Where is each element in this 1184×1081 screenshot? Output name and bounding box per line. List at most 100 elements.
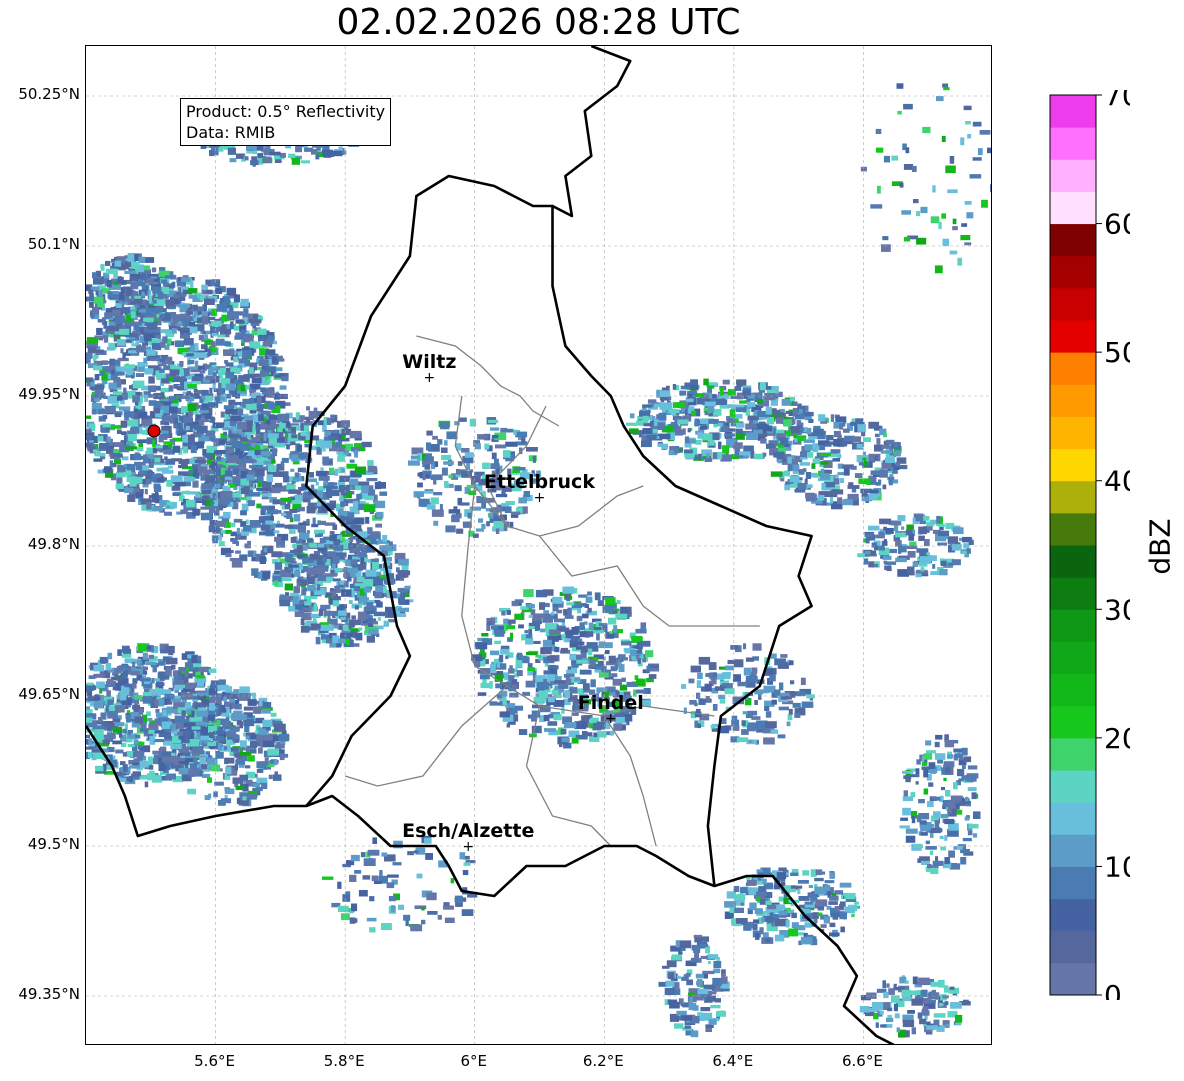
echo-cell bbox=[199, 756, 207, 765]
echo-cell bbox=[227, 311, 239, 320]
echo-cell bbox=[480, 682, 490, 689]
echo-cell bbox=[551, 690, 559, 695]
echo-cell bbox=[255, 434, 260, 441]
echo-cell bbox=[93, 673, 105, 678]
echo-cell bbox=[181, 406, 188, 413]
echo-cell bbox=[130, 306, 136, 310]
echo-cell bbox=[279, 422, 286, 429]
echo-cell bbox=[518, 624, 524, 629]
echo-cell bbox=[155, 445, 163, 449]
echo-cell bbox=[478, 518, 484, 523]
echo-cell bbox=[697, 453, 702, 461]
echo-cell bbox=[212, 535, 218, 544]
echo-cell bbox=[495, 444, 507, 449]
echo-cell bbox=[527, 667, 535, 671]
echo-cell bbox=[174, 482, 186, 486]
echo-cell bbox=[288, 153, 296, 158]
echo-cell bbox=[247, 450, 256, 456]
echo-cell bbox=[127, 494, 136, 502]
echo-cell bbox=[86, 428, 92, 434]
echo-cell bbox=[105, 268, 118, 275]
echo-cell bbox=[235, 759, 246, 765]
echo-cell bbox=[142, 652, 148, 660]
echo-cell bbox=[224, 476, 232, 480]
echo-cell bbox=[204, 345, 208, 353]
echo-cell bbox=[753, 429, 763, 434]
echo-cell bbox=[233, 294, 240, 303]
echo-cell bbox=[539, 628, 546, 633]
echo-cell bbox=[398, 597, 405, 604]
echo-cell bbox=[225, 409, 238, 415]
echo-cell bbox=[240, 298, 249, 307]
echo-cell bbox=[289, 508, 298, 513]
echo-cell bbox=[783, 470, 790, 477]
echo-cell bbox=[225, 383, 236, 391]
echo-cell bbox=[246, 474, 255, 481]
echo-cell bbox=[190, 445, 197, 454]
echo-cell bbox=[260, 423, 267, 430]
map-title: 02.02.2026 08:28 UTC bbox=[336, 2, 741, 43]
echo-cell bbox=[138, 256, 146, 263]
echo-cell bbox=[249, 341, 261, 348]
echo-cell bbox=[205, 395, 213, 402]
echo-cell bbox=[608, 655, 616, 664]
echo-cell bbox=[225, 362, 234, 367]
echo-cell bbox=[107, 373, 111, 380]
echo-cell bbox=[240, 384, 246, 392]
echo-cell bbox=[514, 705, 524, 711]
echo-cell bbox=[328, 435, 339, 441]
echo-cell bbox=[718, 441, 722, 450]
echo-cell bbox=[223, 405, 235, 410]
echo-cell bbox=[138, 411, 148, 419]
echo-cell bbox=[594, 592, 601, 601]
echo-cell bbox=[111, 453, 123, 458]
radar-map[interactable]: +Wiltz+Ettelbruck+Findel+Esch/Alzette bbox=[86, 46, 992, 1045]
echo-cell bbox=[502, 698, 507, 706]
echo-cell bbox=[262, 341, 271, 347]
echo-cell bbox=[136, 439, 147, 444]
echo-cell bbox=[127, 434, 137, 442]
echo-cell bbox=[95, 766, 104, 772]
echo-cell bbox=[514, 599, 524, 603]
echo-cell bbox=[362, 599, 368, 605]
echo-cell bbox=[793, 434, 798, 439]
echo-cell bbox=[501, 610, 506, 616]
echo-cell bbox=[481, 633, 489, 637]
echo-cell bbox=[687, 428, 691, 433]
echo-cell bbox=[209, 150, 215, 157]
echo-cell bbox=[314, 567, 325, 575]
echo-cell bbox=[323, 610, 331, 616]
echo-cell bbox=[513, 429, 517, 435]
echo-cell bbox=[223, 696, 227, 702]
echo-cell bbox=[96, 327, 103, 335]
map-panel[interactable]: + Wiltz + Ettelbruck + Findel + Esch/Alzette Pr… bbox=[85, 45, 992, 1045]
echo-cell bbox=[150, 358, 160, 362]
echo-cell bbox=[661, 443, 669, 450]
echo-cell bbox=[474, 443, 481, 450]
echo-cell bbox=[242, 398, 254, 404]
echo-cell bbox=[291, 427, 296, 433]
echo-cell bbox=[93, 365, 103, 371]
echo-cell bbox=[151, 343, 162, 351]
echo-cell bbox=[477, 434, 488, 440]
echo-cell bbox=[475, 642, 488, 650]
echo-cell bbox=[93, 349, 104, 353]
echo-cell bbox=[216, 334, 226, 338]
echo-cell bbox=[743, 445, 754, 453]
echo-cell bbox=[114, 260, 122, 267]
echo-cell bbox=[229, 726, 240, 731]
echo-cell bbox=[349, 430, 362, 439]
echo-cell bbox=[306, 506, 316, 514]
echo-cell bbox=[294, 472, 300, 478]
echo-cell bbox=[552, 596, 563, 604]
echo-cell bbox=[147, 322, 158, 330]
echo-cell bbox=[295, 412, 300, 420]
echo-cell bbox=[245, 403, 257, 411]
echo-cell bbox=[554, 680, 566, 684]
echo-cell bbox=[206, 757, 218, 765]
echo-cell bbox=[604, 650, 610, 655]
echo-cell bbox=[91, 408, 97, 415]
echo-cell bbox=[322, 553, 328, 557]
echo-cell bbox=[284, 583, 293, 591]
echo-cell bbox=[326, 418, 332, 425]
